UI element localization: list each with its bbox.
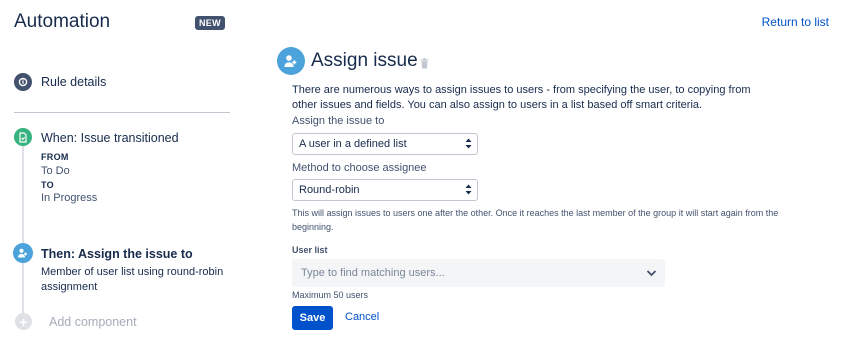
chevron-down-icon[interactable] <box>646 268 657 280</box>
info-icon <box>14 73 32 91</box>
user-list-placeholder: Type to find matching users... <box>301 267 445 279</box>
sidebar-item-action[interactable]: Then: Assign the issue to <box>41 247 193 261</box>
action-connector-line <box>22 263 24 314</box>
trigger-to-value: In Progress <box>41 192 98 204</box>
component-description: There are numerous ways to assign issues… <box>292 84 751 111</box>
trigger-to-label: TO <box>41 180 54 190</box>
trigger-from-value: To Do <box>41 165 70 177</box>
sidebar-item-rule-details[interactable]: Rule details <box>41 75 106 89</box>
page-title: Assign issue <box>311 50 418 71</box>
user-list-input[interactable]: Type to find matching users... <box>292 259 665 287</box>
plus-icon[interactable]: + <box>15 313 32 330</box>
return-to-list-link[interactable]: Return to list <box>762 15 829 29</box>
action-description: Member of user list using round-robin as… <box>41 266 224 293</box>
sidebar-item-trigger[interactable]: When: Issue transitioned <box>41 131 179 145</box>
trigger-from-label: FROM <box>41 152 69 162</box>
new-badge: NEW <box>195 16 225 30</box>
assign-to-value: A user in a defined list <box>299 138 407 150</box>
assign-to-label: Assign the issue to <box>292 115 385 127</box>
app-title: Automation <box>14 11 111 32</box>
method-select[interactable]: Round-robin <box>292 179 478 201</box>
trigger-connector-line <box>22 146 24 244</box>
add-component-button[interactable]: Add component <box>49 315 137 329</box>
assignee-icon <box>277 47 305 75</box>
cancel-button[interactable]: Cancel <box>345 311 379 323</box>
select-arrows-icon <box>465 183 472 199</box>
sidebar-divider <box>14 112 230 113</box>
user-list-label: User list <box>292 245 328 255</box>
document-icon <box>14 128 32 146</box>
save-button[interactable]: Save <box>292 306 333 330</box>
method-label: Method to choose assignee <box>292 162 427 174</box>
select-arrows-icon <box>465 137 472 153</box>
max-users-note: Maximum 50 users <box>292 290 369 300</box>
method-help-text: This will assign issues to users one aft… <box>292 208 779 232</box>
trash-icon[interactable] <box>420 56 429 74</box>
assignee-icon <box>13 243 33 263</box>
method-value: Round-robin <box>299 184 360 196</box>
assign-to-select[interactable]: A user in a defined list <box>292 133 478 155</box>
